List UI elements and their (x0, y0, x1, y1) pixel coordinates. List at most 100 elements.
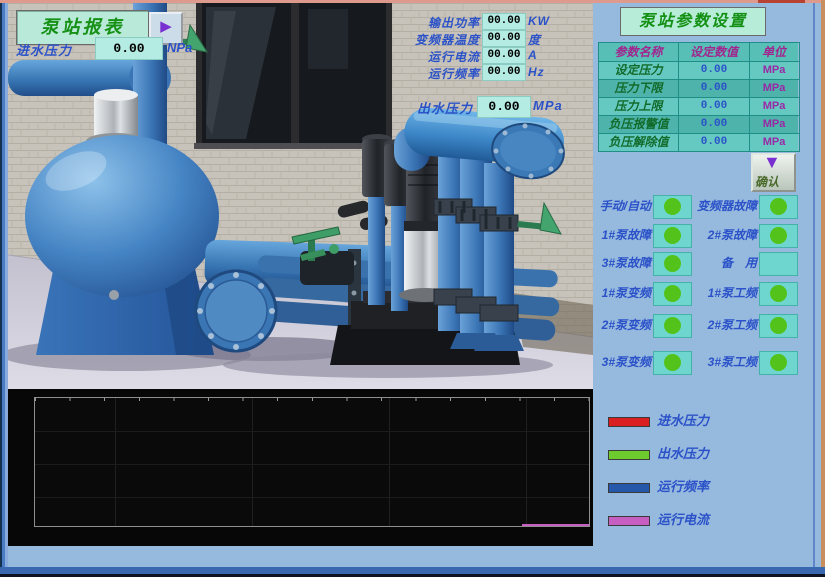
legend-swatch-outlet (608, 450, 650, 460)
trend-plot-area (34, 397, 590, 527)
output-power-unit: KW (528, 14, 550, 28)
lamp-box-pump2-mains (759, 314, 798, 338)
frame-top-edge (0, 0, 825, 3)
table-row: 设定压力 0.00 MPa (599, 62, 799, 80)
inlet-pressure-unit: NPa (167, 40, 192, 55)
param-unit: MPa (750, 80, 798, 97)
param-unit: MPa (750, 98, 798, 115)
outlet-pressure-unit: MPa (533, 98, 563, 113)
param-name: 负压解除值 (599, 134, 679, 151)
lamp-on (664, 317, 681, 334)
status-row: 2#泵变频 2#泵工频 (593, 314, 813, 336)
param-value[interactable]: 0.00 (679, 62, 750, 79)
status-row: 手动/自动 变频器故障 (593, 195, 813, 217)
status-label-pump3-mains: 3#泵工频 (689, 351, 757, 373)
frame-top-edge-accent (758, 0, 805, 3)
confirm-button-label: 确认 (755, 173, 779, 190)
outlet-pressure-label: 出水压力 (353, 98, 473, 117)
param-name: 设定压力 (599, 62, 679, 79)
run-current-trace (522, 524, 589, 526)
status-row: 1#泵变频 1#泵工频 (593, 282, 813, 304)
param-name: 压力下限 (599, 80, 679, 97)
confirm-button[interactable]: ▼ 确认 (751, 153, 796, 192)
inverter-temp-unit: 度 (528, 31, 541, 48)
run-current-value: 00.00 (482, 47, 526, 64)
lamp-on (664, 255, 681, 272)
frame-left-edge (0, 3, 8, 577)
lamp-on (770, 354, 787, 371)
lamp-on (770, 317, 787, 334)
lamp-on (664, 227, 681, 244)
inverter-temp-value: 00.00 (482, 30, 526, 47)
status-label-pump2-vfd: 2#泵变频 (593, 314, 651, 336)
outlet-pressure-value: 0.00 (477, 96, 531, 118)
legend-label-current: 运行电流 (657, 509, 709, 531)
param-name: 压力上限 (599, 98, 679, 115)
legend-swatch-current (608, 516, 650, 526)
status-row: 3#泵故障 备 用 (593, 252, 813, 274)
col-header-unit: 单位 (750, 43, 798, 61)
param-unit: MPa (750, 62, 798, 79)
settings-table: 参数名称 设定数值 单位 设定压力 0.00 MPa 压力下限 0.00 MPa… (598, 42, 800, 152)
status-label-pump2-fault: 2#泵故障 (689, 224, 757, 246)
legend-item: 出水压力 (593, 443, 813, 465)
table-row: 压力上限 0.00 MPa (599, 98, 799, 116)
inlet-pressure-value: 0.00 (95, 37, 163, 60)
pipe-flange-cap (196, 271, 276, 351)
status-label-pump1-vfd: 1#泵变频 (593, 282, 651, 304)
status-label-pump3-fault: 3#泵故障 (593, 252, 651, 274)
status-label-pump2-mains: 2#泵工频 (689, 314, 757, 336)
status-label-spare: 备 用 (689, 252, 757, 274)
lamp-on (664, 198, 681, 215)
lamp-box-pump1-fault (653, 224, 692, 248)
table-row: 压力下限 0.00 MPa (599, 80, 799, 98)
param-value[interactable]: 0.00 (679, 98, 750, 115)
lamp-box-pump3-vfd (653, 351, 692, 375)
confirm-arrow-icon: ▼ (763, 152, 781, 173)
settings-panel-title: 泵站参数设置 (620, 7, 766, 36)
legend-item: 进水压力 (593, 410, 813, 432)
lamp-on (664, 285, 681, 302)
lamp-on (770, 227, 787, 244)
param-value[interactable]: 0.00 (679, 116, 750, 133)
param-value[interactable]: 0.00 (679, 134, 750, 151)
col-header-name: 参数名称 (599, 43, 679, 61)
inverter-temp-label: 变频器温度 (360, 31, 480, 48)
param-name: 负压报警值 (599, 116, 679, 133)
param-unit: MPa (750, 116, 798, 133)
output-power-label: 输出功率 (360, 14, 480, 31)
col-header-value: 设定数值 (679, 43, 750, 61)
panel-divider (813, 3, 815, 567)
run-current-label: 运行电流 (360, 48, 480, 65)
frame-bottom-edge (0, 567, 825, 577)
pressure-tank (25, 135, 219, 297)
table-row: 负压解除值 0.00 MPa (599, 134, 799, 152)
run-frequency-unit: Hz (528, 65, 545, 79)
param-value[interactable]: 0.00 (679, 80, 750, 97)
status-row: 1#泵故障 2#泵故障 (593, 224, 813, 246)
lamp-box-pump1-vfd (653, 282, 692, 306)
run-frequency-label: 运行频率 (360, 65, 480, 82)
frame-right-edge (821, 0, 825, 577)
legend-swatch-inlet (608, 417, 650, 427)
lamp-box-vfd-fault (759, 195, 798, 219)
legend-label-inlet: 进水压力 (657, 410, 709, 432)
lamp-box-pump2-fault (759, 224, 798, 248)
status-row: 3#泵变频 3#泵工频 (593, 351, 813, 373)
axis-ticks (35, 398, 589, 401)
status-label-vfd-fault: 变频器故障 (689, 195, 757, 217)
lamp-box-pump3-mains (759, 351, 798, 375)
status-label-manual-auto: 手动/自动 (593, 195, 651, 217)
lamp-box-pump2-vfd (653, 314, 692, 338)
status-label-pump1-mains: 1#泵工频 (689, 282, 757, 304)
hmi-screen: 泵站报表 ▶ 进水压力 0.00 NPa 输出功率 00.00 KW 变频器温度… (0, 0, 825, 577)
lamp-box-pump1-mains (759, 282, 798, 306)
run-frequency-value: 00.00 (482, 64, 526, 81)
lamp-on (770, 285, 787, 302)
run-current-unit: A (528, 48, 538, 62)
legend-item: 运行电流 (593, 509, 813, 531)
lamp-box-pump3-fault (653, 252, 692, 276)
lamp-on (770, 198, 787, 215)
legend-swatch-frequency (608, 483, 650, 493)
trend-chart (8, 389, 593, 546)
